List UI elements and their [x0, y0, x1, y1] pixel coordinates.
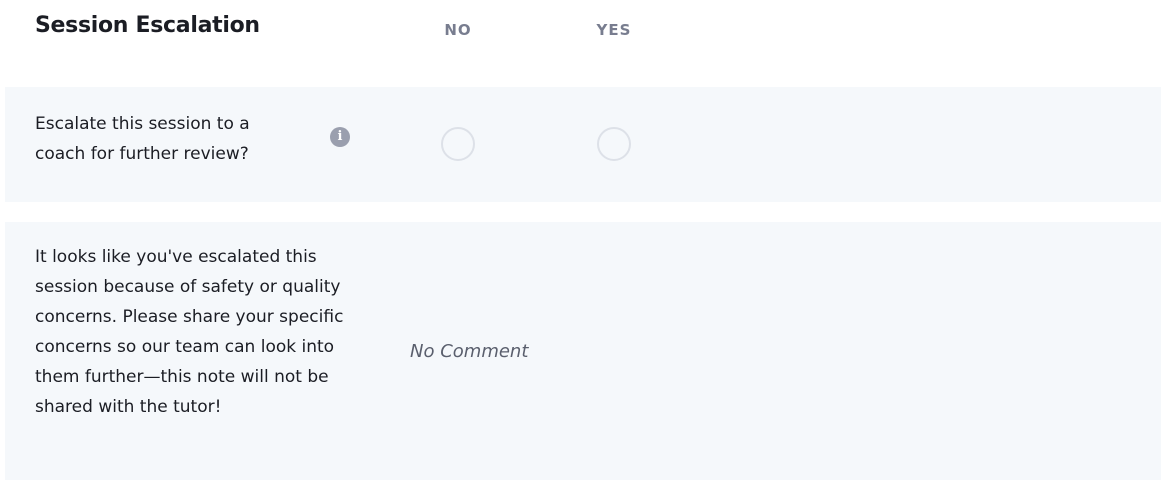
section-title: Session Escalation: [35, 13, 260, 38]
comment-row: It looks like you've escalated this sess…: [5, 222, 1161, 480]
escalate-no-radio[interactable]: [441, 127, 475, 161]
section-header: Session Escalation NO YES: [0, 0, 1174, 60]
info-icon[interactable]: i: [330, 127, 350, 147]
escalate-yes-radio[interactable]: [597, 127, 631, 161]
escalate-question: Escalate this session to a coach for fur…: [35, 114, 250, 164]
column-header-no: NO: [444, 21, 472, 39]
comment-prompt: It looks like you've escalated this sess…: [35, 247, 344, 417]
column-header-yes: YES: [596, 21, 632, 39]
escalate-row: Escalate this session to a coach for fur…: [5, 87, 1161, 202]
comment-value: No Comment: [410, 341, 529, 362]
